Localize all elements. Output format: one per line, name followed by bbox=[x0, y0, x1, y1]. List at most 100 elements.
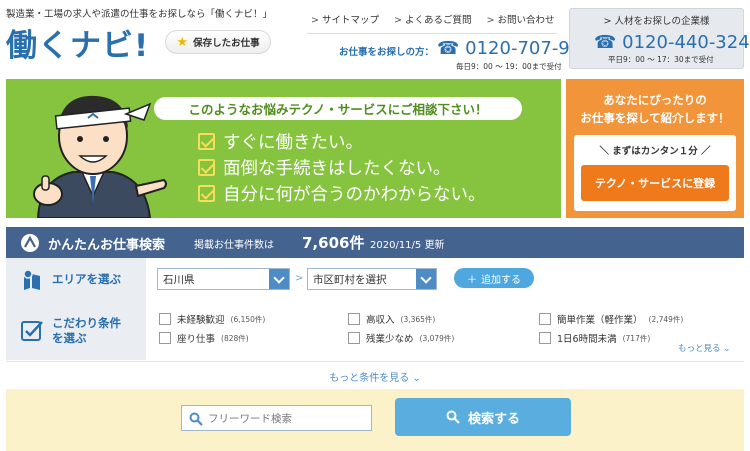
keyword-search-area: 検索する bbox=[6, 389, 744, 451]
register-button[interactable]: テクノ・サービスに登録 bbox=[581, 165, 729, 201]
updated-date: 2020/11/5 更新 bbox=[370, 240, 445, 251]
worry-item: 自分に何が合うのかわからない。 bbox=[198, 181, 486, 206]
city-select[interactable]: 市区町村を選択 bbox=[307, 268, 437, 290]
checkbox[interactable] bbox=[159, 332, 171, 344]
condition-option[interactable]: 座り仕事 (828件) bbox=[159, 331, 249, 345]
sitemap-link[interactable]: サイトマップ bbox=[311, 12, 379, 26]
star-icon: ★ bbox=[176, 34, 189, 50]
checkbox[interactable] bbox=[348, 332, 360, 344]
condition-label: 1日6時間未満 bbox=[557, 334, 617, 345]
hero-banner: このようなお悩みテクノ・サービスにご相談下さい！ すぐに働きたい。 面倒な手続き… bbox=[6, 79, 561, 218]
site-tagline: 製造業・工場の求人や派遣の仕事をお探しなら「働くナビ！」 bbox=[6, 9, 273, 20]
map-pin-icon bbox=[23, 269, 40, 290]
worry-text: すぐに働きたい。 bbox=[223, 133, 363, 153]
search-icon bbox=[189, 412, 203, 426]
prefecture-select[interactable]: 石川県 bbox=[157, 268, 290, 290]
condition-option[interactable]: 未経験歓迎 (6,150件) bbox=[159, 312, 265, 326]
conditions-label-line: こだわり条件 bbox=[52, 316, 121, 330]
phone-icon: ☎ bbox=[594, 32, 617, 53]
site-logo[interactable]: 働くナビ! bbox=[6, 20, 149, 65]
top-links: サイトマップ よくあるご質問 お問い合わせ bbox=[311, 12, 555, 26]
promo-subtext: ＼ まずはカンタン１分 ／ bbox=[599, 146, 711, 157]
condition-label: 未経験歓迎 bbox=[177, 315, 225, 326]
checkbox[interactable] bbox=[348, 313, 360, 325]
chevron-down-icon: ⌄ bbox=[723, 344, 731, 354]
more-options-label: もっと見る bbox=[678, 344, 721, 354]
saved-jobs-button[interactable]: ★ 保存したお仕事 bbox=[165, 30, 271, 54]
saved-jobs-label: 保存したお仕事 bbox=[193, 38, 260, 49]
checklist-icon bbox=[21, 321, 43, 341]
corporate-label: 人材をお探しの企業様 bbox=[570, 13, 743, 27]
worry-text: 面倒な手続きはしたくない。 bbox=[223, 159, 451, 179]
navi-logo-icon bbox=[21, 234, 39, 252]
condition-count: (3,079件) bbox=[419, 333, 455, 343]
corporate-phone: ☎ 0120-440-324 bbox=[594, 32, 750, 53]
chevron-down-icon: ⌄ bbox=[412, 373, 421, 384]
condition-count: (6,150件) bbox=[230, 314, 266, 324]
worry-item: 面倒な手続きはしたくない。 bbox=[198, 155, 451, 180]
contact-link[interactable]: お問い合わせ bbox=[487, 12, 554, 26]
checkbox[interactable] bbox=[159, 313, 171, 325]
condition-count: (828件) bbox=[221, 333, 249, 343]
conditions-label: こだわり条件 を選ぶ bbox=[52, 316, 121, 346]
corporate-contact-box[interactable]: 人材をお探しの企業様 ☎ 0120-440-324 平日9：00 〜 17：30… bbox=[569, 8, 750, 69]
checkbox-check-icon bbox=[198, 159, 215, 176]
condition-label: 高収入 bbox=[366, 315, 395, 326]
promo-box: ＼ まずはカンタン１分 ／ テクノ・サービスに登録 bbox=[574, 135, 736, 211]
phone-icon: ☎ bbox=[437, 38, 460, 59]
condition-label: 座り仕事 bbox=[177, 334, 216, 345]
more-options-link[interactable]: もっと見る ⌄ bbox=[678, 342, 730, 354]
register-promo: あなたにぴったりの お仕事を探して紹介します！ ＼ まずはカンタン１分 ／ テク… bbox=[566, 79, 744, 218]
mascot-illustration bbox=[33, 95, 167, 218]
more-conditions-link[interactable]: もっと条件を見る ⌄ bbox=[6, 369, 744, 384]
faq-link[interactable]: よくあるご質問 bbox=[394, 12, 472, 26]
area-row: エリアを選ぶ 石川県 > 市区町村を選択 ＋ 追加する bbox=[6, 258, 744, 302]
checkbox[interactable] bbox=[539, 332, 551, 344]
header-divider bbox=[307, 33, 557, 34]
add-area-label: 追加する bbox=[481, 274, 521, 286]
conditions-label-line: を選ぶ bbox=[52, 331, 87, 345]
promo-line: あなたにぴったりの bbox=[603, 93, 707, 107]
checkbox[interactable] bbox=[539, 313, 551, 325]
worry-item: すぐに働きたい。 bbox=[198, 129, 363, 154]
banner-title: このようなお悩みテクノ・サービスにご相談下さい！ bbox=[154, 97, 522, 120]
search-icon bbox=[446, 410, 460, 424]
condition-option[interactable]: 1日6時間未満 (717件) bbox=[539, 331, 650, 345]
add-area-button[interactable]: ＋ 追加する bbox=[454, 268, 534, 288]
condition-option[interactable]: 高収入 (3,365件) bbox=[348, 312, 435, 326]
worry-text: 自分に何が合うのかわからない。 bbox=[223, 185, 486, 205]
prefecture-value: 石川県 bbox=[163, 274, 195, 286]
job-count-label: 掲載お仕事件数は bbox=[194, 240, 274, 251]
checkbox-check-icon bbox=[198, 185, 215, 202]
condition-label: 簡単作業（軽作業） bbox=[557, 315, 643, 326]
condition-option[interactable]: 簡単作業（軽作業） (2,749件) bbox=[539, 312, 683, 326]
corporate-phone-number: 0120-440-324 bbox=[622, 32, 750, 53]
conditions-row: こだわり条件 を選ぶ 未経験歓迎 (6,150件) 高収入 (3,365件) 簡… bbox=[6, 302, 744, 360]
chevron-right-icon: > bbox=[295, 273, 304, 284]
seeker-hours: 毎日9：00 〜 19：00まで受付 bbox=[456, 62, 562, 71]
plus-icon: ＋ bbox=[467, 274, 477, 286]
chevron-down-icon bbox=[269, 269, 289, 289]
condition-count: (3,365件) bbox=[400, 314, 436, 324]
keyword-field[interactable] bbox=[181, 405, 372, 431]
promo-line: お仕事を探して紹介します！ bbox=[580, 111, 730, 125]
keyword-input[interactable] bbox=[208, 410, 366, 427]
more-conditions-label: もっと条件を見る bbox=[329, 373, 410, 384]
seeker-phone-label: お仕事をお探しの方： bbox=[339, 47, 435, 58]
area-label: エリアを選ぶ bbox=[52, 272, 121, 286]
corporate-hours: 平日9：00 〜 17：30まで受付 bbox=[608, 55, 714, 64]
search-button[interactable]: 検索する bbox=[395, 398, 571, 436]
condition-option[interactable]: 残業少なめ (3,079件) bbox=[348, 331, 454, 345]
search-header: かんたんお仕事検索 掲載お仕事件数は 7,606件 2020/11/5 更新 bbox=[6, 227, 744, 258]
city-value: 市区町村を選択 bbox=[313, 274, 387, 286]
condition-label: 残業少なめ bbox=[366, 334, 414, 345]
chevron-down-icon bbox=[416, 269, 436, 289]
checkbox-check-icon bbox=[198, 133, 215, 150]
more-conditions-row: もっと条件を見る ⌄ bbox=[6, 361, 744, 389]
promo-text: あなたにぴったりの お仕事を探して紹介します！ bbox=[566, 91, 744, 127]
condition-count: (717件) bbox=[622, 333, 651, 343]
condition-count: (2,749件) bbox=[648, 314, 684, 324]
search-button-label: 検索する bbox=[467, 411, 520, 427]
job-count: 7,606件 bbox=[302, 234, 365, 252]
search-title: かんたんお仕事検索 bbox=[48, 238, 166, 253]
